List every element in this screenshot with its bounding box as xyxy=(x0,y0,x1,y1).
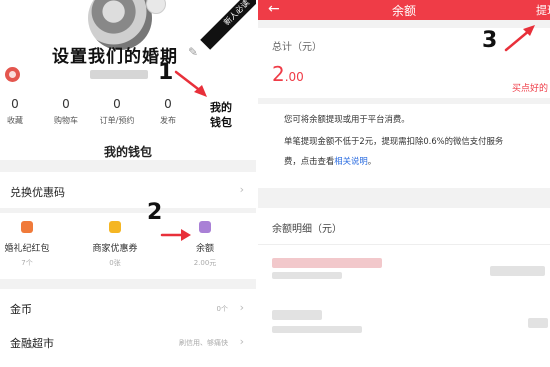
arrow-3-shaft xyxy=(504,28,532,52)
arrow-2-head xyxy=(181,229,191,241)
annotation-arrows xyxy=(160,25,535,241)
